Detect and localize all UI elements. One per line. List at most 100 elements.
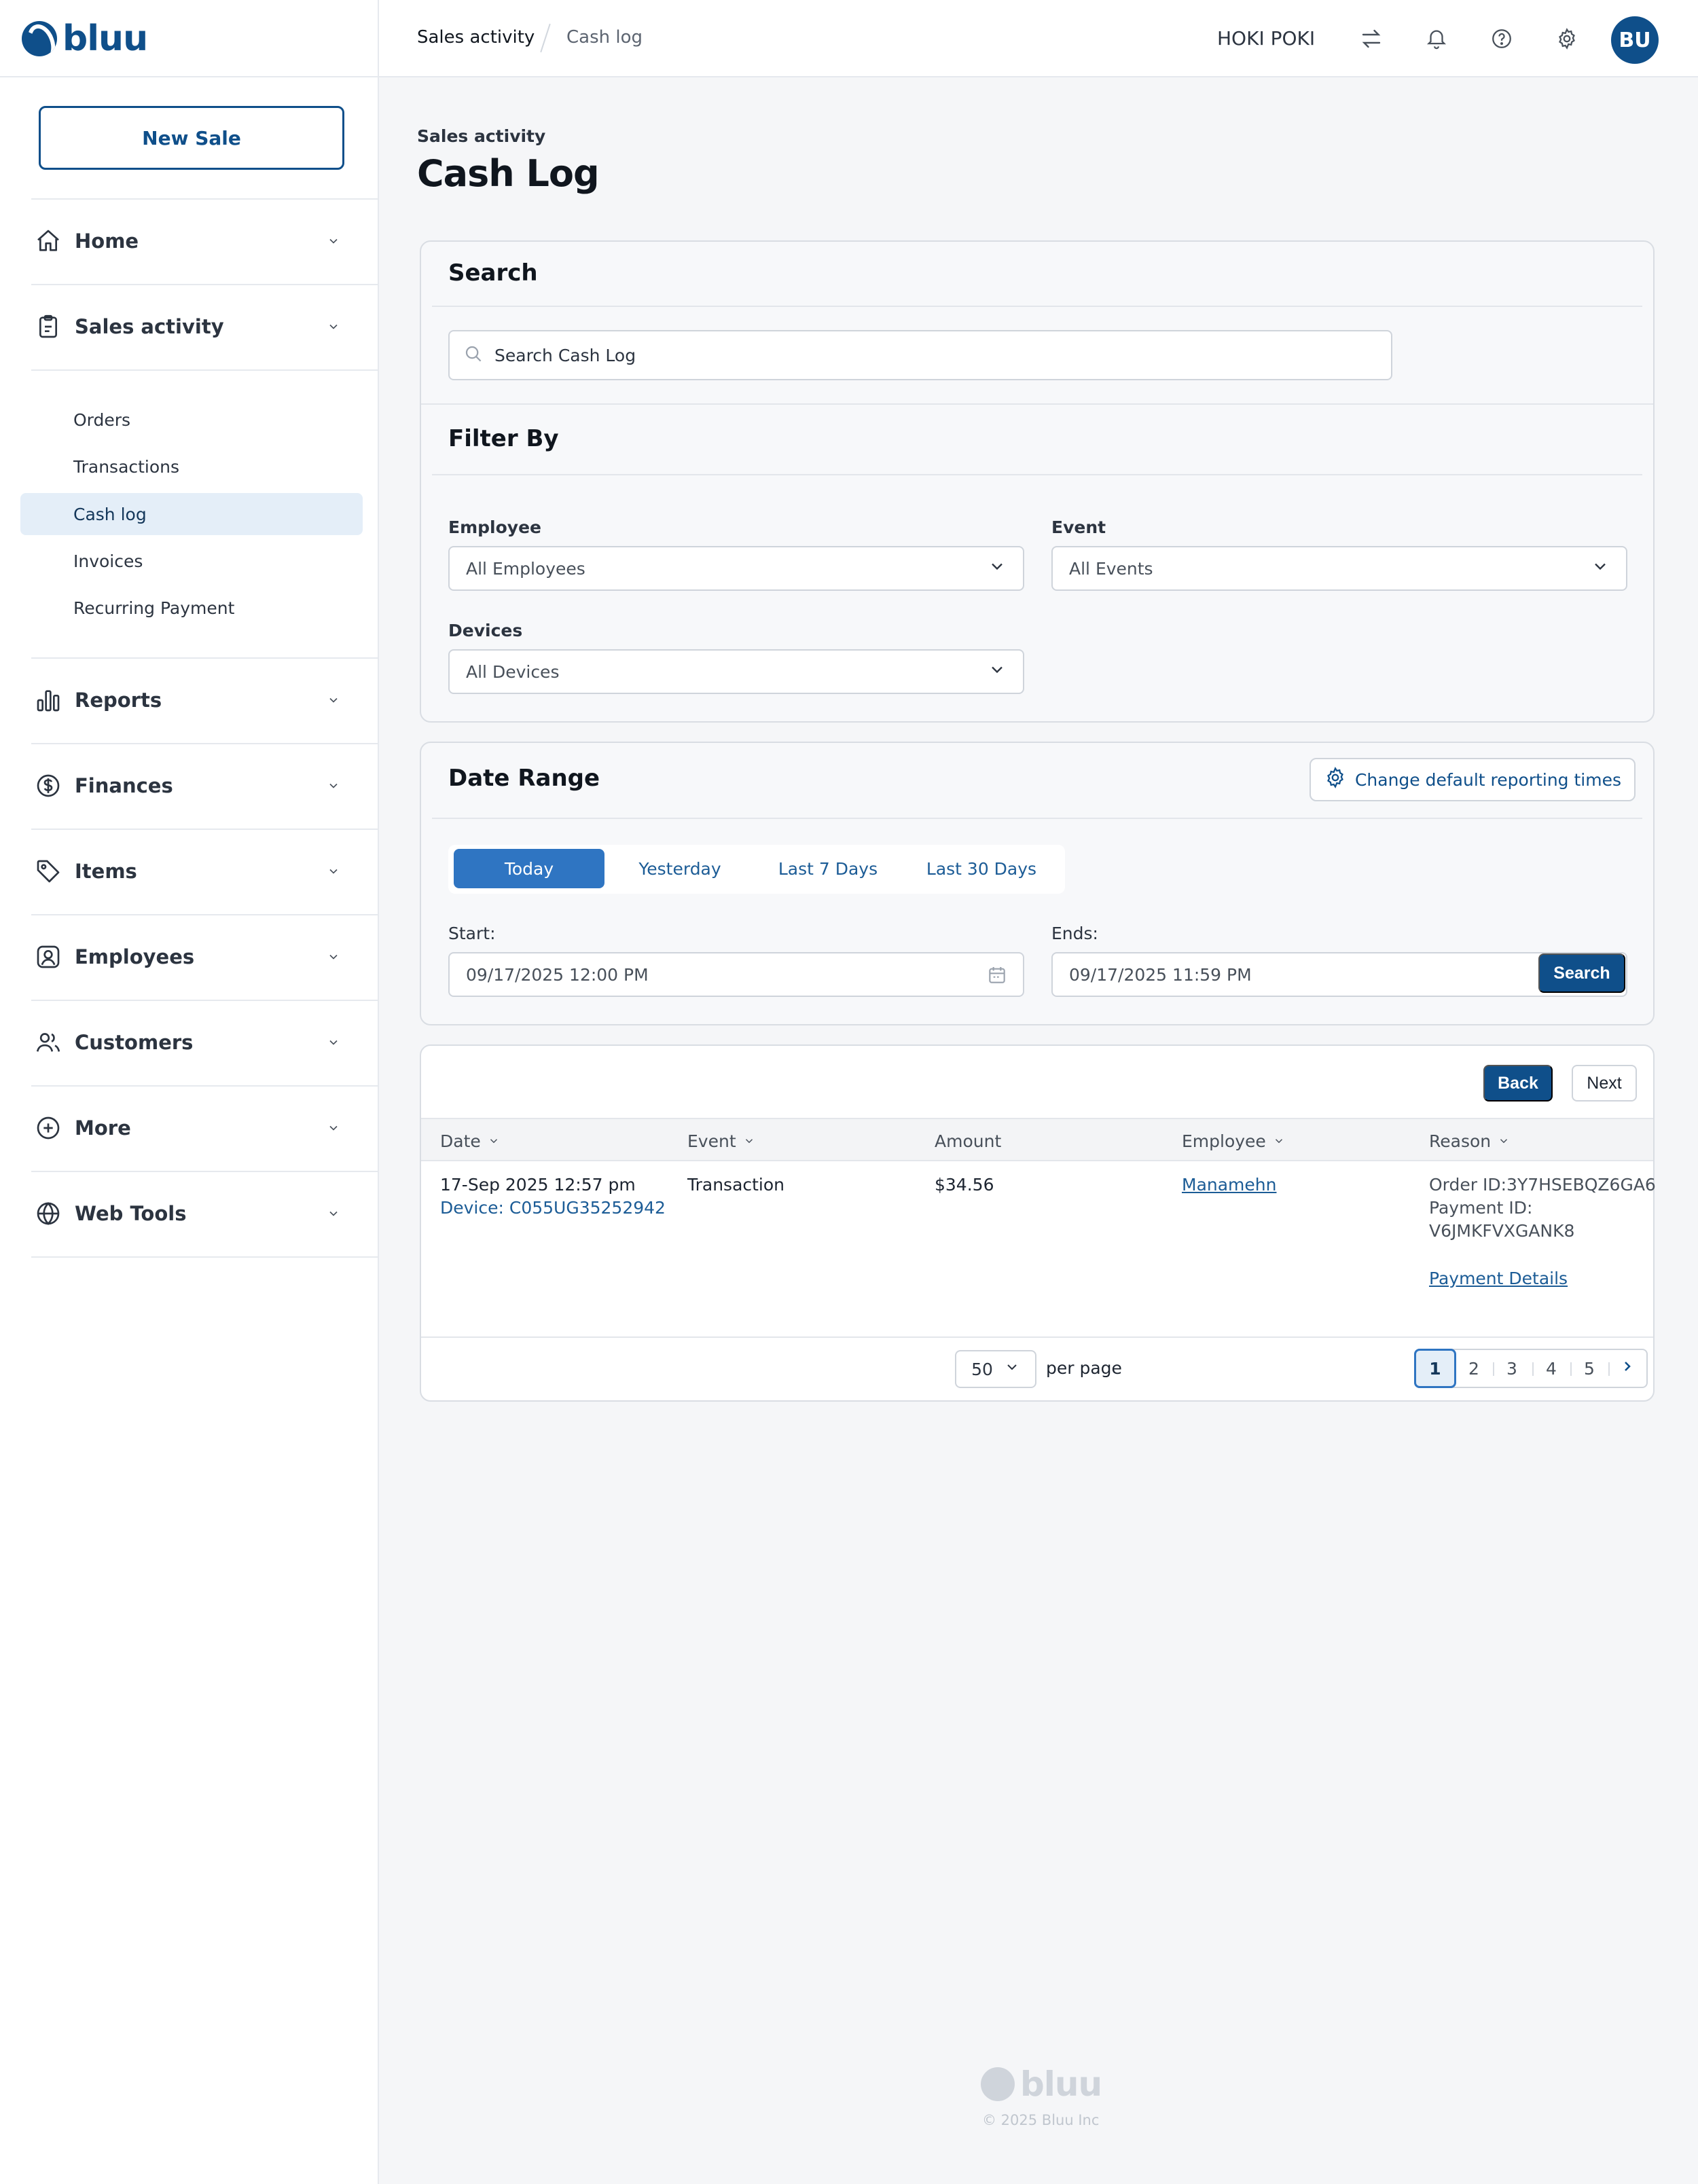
sidebar: bluu New Sale Home Sales activity Orders… [0,0,379,2184]
sidebar-item-web-tools[interactable]: Web Tools [31,1171,357,1256]
footer-copyright: © 2025 Bluu Inc [982,2112,1100,2128]
help-icon[interactable] [1486,23,1517,54]
column-employee[interactable]: Employee [1182,1131,1285,1151]
sidebar-item-more[interactable]: More [31,1085,357,1171]
sidebar-item-customers[interactable]: Customers [31,1000,357,1085]
user-square-icon [31,940,65,974]
employee-select[interactable]: All Employees [448,546,1024,591]
sidebar-subitem-recurring-payment[interactable]: Recurring Payment [20,587,363,629]
chevron-right-icon [1619,1358,1636,1379]
change-reporting-times-button[interactable]: Change default reporting times [1309,758,1636,801]
search-heading: Search [448,259,538,287]
bluu-logo-icon [981,2067,1015,2101]
new-sale-button[interactable]: New Sale [39,106,344,170]
divider [31,369,378,371]
breadcrumb-sales-activity[interactable]: Sales activity [417,27,535,48]
end-date-value: 09/17/2025 11:59 PM [1069,964,1252,985]
column-event[interactable]: Event [687,1131,755,1151]
preset-last-7-days-button[interactable]: Last 7 Days [755,849,901,888]
page-eyebrow: Sales activity [417,126,546,146]
sidebar-item-label: Items [75,860,137,883]
gear-icon[interactable] [1551,23,1583,54]
column-amount: Amount [935,1131,1001,1151]
event-select[interactable]: All Events [1051,546,1627,591]
chevron-down-icon [323,776,344,796]
sidebar-item-finances[interactable]: Finances [31,743,357,829]
home-icon [31,224,65,258]
per-page-select[interactable]: 50 [955,1350,1036,1388]
brand-logo[interactable]: bluu [22,18,148,60]
chevron-down-icon [1004,1359,1020,1379]
chevron-down-icon [1591,557,1610,580]
sidebar-subitem-transactions[interactable]: Transactions [20,445,363,488]
bell-icon[interactable] [1421,23,1452,54]
sidebar-item-reports[interactable]: Reports [31,657,357,743]
divider [432,474,1642,475]
preset-yesterday-button[interactable]: Yesterday [610,849,750,888]
sidebar-subitem-invoices[interactable]: Invoices [20,540,363,582]
page-4-button[interactable]: 4 [1532,1350,1570,1387]
divider [0,76,378,77]
payment-details-link[interactable]: Payment Details [1429,1267,1568,1290]
devices-label: Devices [448,621,523,640]
sidebar-item-home[interactable]: Home [31,198,357,284]
employee-label: Employee [448,517,541,537]
search-input[interactable]: Search Cash Log [448,330,1392,380]
chevron-down-icon [323,690,344,710]
sidebar-item-label: Sales activity [75,315,224,338]
per-page-label: per page [1046,1358,1122,1378]
date-preset-group: Today Yesterday Last 7 Days Last 30 Days [448,845,1065,894]
devices-select[interactable]: All Devices [448,649,1024,694]
preset-last-30-days-button[interactable]: Last 30 Days [906,849,1057,888]
bluu-logo-icon [22,21,57,56]
row-payment-id-label: Payment ID: [1429,1198,1533,1218]
divider [421,403,1653,405]
avatar[interactable]: BU [1611,16,1659,64]
page-title: Cash Log [417,152,600,195]
calendar-icon[interactable] [986,964,1008,990]
date-search-button[interactable]: Search [1538,953,1625,993]
sidebar-subitem-orders[interactable]: Orders [20,399,363,441]
globe-icon [31,1197,65,1231]
chevron-down-icon [323,1203,344,1224]
row-date: 17-Sep 2025 12:57 pm [440,1175,636,1195]
divider [432,818,1642,819]
page-5-button[interactable]: 5 [1570,1350,1608,1387]
row-device-link[interactable]: Device: C055UG35252942 [440,1197,666,1220]
swap-icon[interactable] [1356,23,1387,54]
row-amount: $34.56 [935,1175,994,1195]
gear-icon [1324,766,1347,793]
brand-name: bluu [62,18,148,59]
back-button[interactable]: Back [1483,1065,1553,1102]
breadcrumb-cash-log: Cash log [566,27,643,48]
chevron-down-icon [323,947,344,967]
chevron-down-icon [323,1032,344,1053]
footer-brand: bluu [1020,2064,1102,2104]
sidebar-item-sales-activity[interactable]: Sales activity [31,284,357,369]
page-3-button[interactable]: 3 [1493,1350,1531,1387]
pagination: 1 2 3 4 5 [1414,1349,1648,1388]
start-label: Start: [448,924,496,943]
column-label: Event [687,1131,736,1151]
bar-chart-icon [31,683,65,717]
event-value: All Events [1069,558,1153,579]
divider [421,1336,1653,1338]
start-date-input[interactable]: 09/17/2025 12:00 PM [448,952,1024,997]
table-header: Date Event Amount Employee Reason [421,1118,1653,1161]
column-date[interactable]: Date [440,1131,500,1151]
store-name[interactable]: HOKI POKI [1217,27,1315,50]
sidebar-item-items[interactable]: Items [31,829,357,914]
sidebar-item-label: Employees [75,945,195,968]
column-reason[interactable]: Reason [1429,1131,1510,1151]
devices-value: All Devices [466,661,560,682]
sidebar-subitem-cash-log[interactable]: Cash log [20,493,363,535]
preset-today-button[interactable]: Today [454,849,604,888]
next-button[interactable]: Next [1572,1065,1637,1102]
page-1-button[interactable]: 1 [1414,1349,1456,1388]
page-2-button[interactable]: 2 [1455,1350,1493,1387]
next-page-button[interactable] [1608,1350,1646,1387]
row-payment-id: V6JMKFVXGANK8 [1429,1221,1575,1241]
row-employee-link[interactable]: Manamehn [1182,1173,1276,1197]
sidebar-item-employees[interactable]: Employees [31,914,357,1000]
users-icon [31,1025,65,1059]
